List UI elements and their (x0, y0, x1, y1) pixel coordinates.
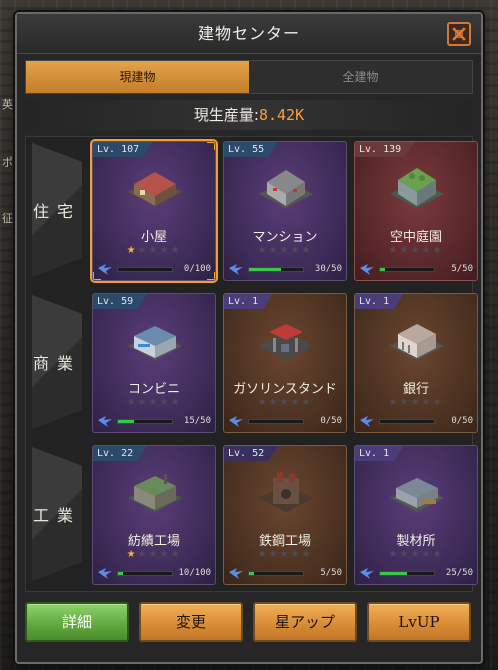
star-rating: ★★★★★ (257, 549, 313, 560)
convenience-store-building-icon (120, 314, 190, 366)
bird-icon (359, 566, 375, 580)
category-row-commercial: 商業 Lv. 59 コンビニ ★★★★★ 15/50 Lv. 1 ガソリンスタン… (26, 289, 478, 435)
change-button[interactable]: 変更 (139, 602, 243, 642)
production-label: 現生産量: (193, 106, 259, 124)
building-card[interactable]: Lv. 52 鉄鋼工場 ★★★★★ 5/50 (223, 445, 347, 585)
bank-building-icon (382, 314, 452, 366)
progress-count: 25/50 (445, 568, 473, 578)
bird-icon (359, 262, 375, 276)
progress-bar (248, 571, 304, 576)
level-badge: Lv. 1 (355, 294, 404, 309)
progress-count: 0/100 (183, 264, 211, 274)
star-rating: ★★★★★ (126, 549, 182, 560)
building-name: マンション (252, 230, 318, 245)
progress-count: 0/50 (320, 416, 342, 426)
bird-icon (97, 414, 113, 428)
building-name: ガソリンスタンド (233, 382, 337, 397)
star-rating: ★★★★★ (388, 397, 444, 408)
background-side-label: 英 (2, 98, 13, 111)
building-card[interactable]: Lv. 59 コンビニ ★★★★★ 15/50 (92, 293, 216, 433)
building-card[interactable]: Lv. 1 ガソリンスタンド ★★★★★ 0/50 (223, 293, 347, 433)
star-rating: ★★★★★ (388, 245, 444, 256)
category-label: 住宅 (32, 143, 82, 277)
building-center-dialog: 建物センター 現建物 全建物 現生産量:8.42K 住宅 Lv. 107 小屋 … (15, 12, 483, 664)
building-card[interactable]: Lv. 55 マンション ★★★★★ 30/50 (223, 141, 347, 281)
progress-count: 30/50 (314, 264, 342, 274)
level-badge: Lv. 59 (93, 294, 148, 309)
dialog-title: 建物センター (17, 14, 481, 54)
textile-factory-building-icon (120, 466, 190, 518)
progress-bar (117, 419, 173, 424)
bird-icon (359, 414, 375, 428)
background-side-label: ポ (2, 156, 13, 169)
level-badge: Lv. 1 (355, 446, 404, 461)
star-rating: ★★★★★ (126, 245, 182, 256)
bird-icon (97, 566, 113, 580)
building-name: コンビニ (127, 382, 180, 397)
bird-icon (228, 262, 244, 276)
current-production: 現生産量:8.42K (25, 100, 473, 130)
sky-garden-building-icon (382, 162, 452, 214)
star-rating: ★★★★★ (257, 397, 313, 408)
building-card[interactable]: Lv. 22 紡績工場 ★★★★★ 10/100 (92, 445, 216, 585)
progress-count: 10/100 (178, 568, 211, 578)
progress-count: 5/50 (451, 264, 473, 274)
sawmill-building-icon (382, 466, 452, 518)
building-name: 製材所 (396, 534, 436, 549)
background-side-label: 征 (2, 212, 13, 225)
building-name: 銀行 (402, 382, 429, 397)
building-card[interactable]: Lv. 139 空中庭園 ★★★★★ 5/50 (354, 141, 478, 281)
star-rating: ★★★★★ (388, 549, 444, 560)
close-button[interactable] (447, 22, 471, 46)
production-value: 8.42K (258, 106, 305, 124)
hut-building-icon (120, 162, 190, 214)
level-badge: Lv. 55 (224, 142, 279, 157)
building-card[interactable]: Lv. 107 小屋 ★★★★★ 0/100 (92, 141, 216, 281)
tab-all-buildings[interactable]: 全建物 (249, 61, 472, 93)
level-badge: Lv. 52 (224, 446, 279, 461)
bird-icon (97, 262, 113, 276)
building-grid: 住宅 Lv. 107 小屋 ★★★★★ 0/100 Lv. 55 マンション ★… (25, 136, 478, 592)
progress-count: 15/50 (183, 416, 211, 426)
progress-bar (117, 571, 173, 576)
steel-factory-building-icon (251, 466, 321, 518)
level-badge: Lv. 139 (355, 142, 416, 157)
progress-bar (379, 267, 435, 272)
close-icon (452, 27, 466, 41)
progress-bar (117, 267, 173, 272)
building-name: 空中庭園 (389, 230, 442, 245)
progress-bar (379, 419, 435, 424)
tab-bar: 現建物 全建物 (25, 60, 473, 94)
category-row-residential: 住宅 Lv. 107 小屋 ★★★★★ 0/100 Lv. 55 マンション ★… (26, 137, 478, 283)
progress-bar (379, 571, 435, 576)
bird-icon (228, 414, 244, 428)
category-row-industrial: 工業 Lv. 22 紡績工場 ★★★★★ 10/100 Lv. 52 鉄鋼工場 … (26, 441, 478, 587)
progress-bar (248, 267, 304, 272)
star-up-button[interactable]: 星アップ (253, 602, 357, 642)
building-card[interactable]: Lv. 1 銀行 ★★★★★ 0/50 (354, 293, 478, 433)
star-rating: ★★★★★ (257, 245, 313, 256)
category-label: 商業 (32, 295, 82, 429)
level-badge: Lv. 22 (93, 446, 148, 461)
tab-current-buildings[interactable]: 現建物 (26, 61, 249, 93)
building-name: 鉄鋼工場 (258, 534, 311, 549)
progress-bar (248, 419, 304, 424)
gas-station-building-icon (251, 314, 321, 366)
building-name: 小屋 (140, 230, 167, 245)
level-badge: Lv. 107 (93, 142, 154, 157)
details-button[interactable]: 詳細 (25, 602, 129, 642)
star-rating: ★★★★★ (126, 397, 182, 408)
level-up-button[interactable]: LvUP (367, 602, 471, 642)
apartment-building-icon (251, 162, 321, 214)
level-badge: Lv. 1 (224, 294, 273, 309)
building-card[interactable]: Lv. 1 製材所 ★★★★★ 25/50 (354, 445, 478, 585)
building-name: 紡績工場 (127, 534, 180, 549)
bird-icon (228, 566, 244, 580)
progress-count: 5/50 (320, 568, 342, 578)
category-label: 工業 (32, 447, 82, 581)
progress-count: 0/50 (451, 416, 473, 426)
action-bar: 詳細 変更 星アップ LvUP (25, 602, 473, 644)
